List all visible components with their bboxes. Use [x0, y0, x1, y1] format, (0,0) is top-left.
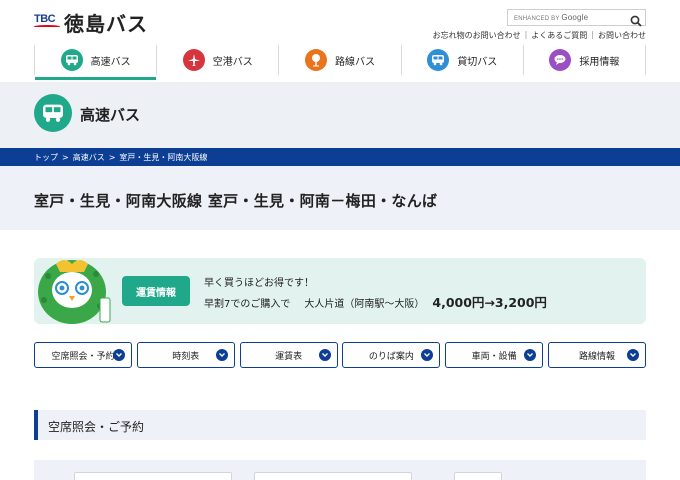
faq-link[interactable]: よくあるご質問	[531, 30, 587, 41]
section-button-reservation[interactable]: 空席照会・予約	[34, 342, 132, 368]
page-header: 高速バス	[0, 82, 680, 148]
contact-link[interactable]: お問い合わせ	[598, 30, 646, 41]
reservation-form	[34, 460, 646, 480]
nav-item-charter-bus[interactable]: 貸切バス	[400, 45, 523, 75]
fare-price: 4,000円→3,200円	[432, 295, 547, 310]
arrival-field[interactable]	[254, 472, 412, 480]
section-button-fare-table[interactable]: 運賃表	[239, 342, 338, 368]
reservation-title: 空席照会・ご予約	[48, 420, 145, 434]
breadcrumb-highway-bus[interactable]: 高速バス	[73, 152, 105, 163]
section-button-timetable[interactable]: 時刻表	[136, 342, 235, 368]
section-button-vehicle[interactable]: 車両・設備	[445, 342, 544, 368]
chevron-down-icon	[318, 349, 331, 361]
chevron-down-icon	[113, 349, 125, 361]
mascot-illustration	[38, 260, 111, 324]
section-label: 路線情報	[578, 351, 615, 362]
site-logo[interactable]: TBC 徳島バス	[34, 8, 148, 37]
breadcrumb-top[interactable]: トップ	[34, 152, 58, 163]
logo-text: 徳島バス	[64, 12, 148, 36]
fare-banner: 運賃情報 早く買うほどお得です！ 早割7でのご購入で 大人片道（阿南駅〜大阪） …	[34, 258, 646, 324]
search-placeholder: ENHANCED BY Google	[514, 13, 589, 22]
section-button-boarding[interactable]: のりば案内	[342, 342, 441, 368]
breadcrumb-current: 室戸・生見・阿南大阪線	[119, 152, 208, 162]
nav-label: 空港バス	[212, 56, 253, 68]
breadcrumb: トップ > 高速バス > 室戸・生見・阿南大阪線	[0, 148, 680, 166]
chevron-down-icon	[215, 349, 228, 361]
search-icon[interactable]	[630, 12, 642, 27]
chat-icon	[549, 49, 572, 71]
tbc-logo-mark: TBC	[34, 12, 62, 34]
departure-field[interactable]	[74, 472, 232, 480]
fare-line-1: 早く買うほどお得です！	[204, 278, 314, 289]
chevron-down-icon	[524, 349, 537, 361]
date-field[interactable]	[454, 472, 502, 480]
airplane-icon	[182, 49, 205, 71]
nav-label: 高速バス	[90, 56, 131, 68]
section-label: 車両・設備	[471, 351, 517, 362]
fare-oneway: 大人片道（阿南駅〜大阪）	[304, 299, 425, 310]
chevron-down-icon	[626, 349, 639, 361]
main-nav: 高速バス 空港バス 路線バス 貸切バス 採用情報	[34, 45, 647, 80]
section-label: のりば案内	[368, 351, 414, 362]
search-input[interactable]: ENHANCED BY Google	[507, 9, 646, 27]
chevron-down-icon	[421, 349, 434, 361]
nav-item-route-bus[interactable]: 路線バス	[278, 45, 400, 75]
lost-items-link[interactable]: お忘れ物のお問い合わせ	[433, 30, 521, 41]
nav-label: 貸切バス	[457, 56, 498, 68]
bus-icon	[60, 49, 83, 71]
nav-label: 路線バス	[335, 56, 375, 68]
nav-item-recruit[interactable]: 採用情報	[522, 45, 647, 75]
nav-item-highway-bus[interactable]: 高速バス	[34, 45, 157, 80]
section-label: 時刻表	[172, 351, 200, 362]
bus-icon	[34, 94, 72, 132]
page-title: 高速バス	[80, 106, 141, 124]
fare-line-2: 早割7でのご購入で 大人片道（阿南駅〜大阪） 4,000円→3,200円	[204, 292, 547, 311]
route-title: 室戸・生見・阿南大阪線 室戸・生見・阿南－梅田・なんば	[34, 192, 438, 210]
nav-label: 採用情報	[579, 56, 620, 68]
bus-icon	[427, 49, 450, 71]
utility-links: お忘れ物のお問い合わせ | よくあるご質問 | お問い合わせ	[432, 30, 646, 41]
route-header: 室戸・生見・阿南大阪線 室戸・生見・阿南－梅田・なんば	[0, 166, 680, 230]
fare-info-tag: 運賃情報	[122, 276, 190, 306]
fare-prefix: 早割7でのご購入で	[204, 299, 291, 310]
site-header: TBC 徳島バス ENHANCED BY Google お忘れ物のお問い合わせ …	[0, 0, 680, 82]
logo-mark-text: TBC	[34, 12, 56, 25]
reservation-heading: 空席照会・ご予約	[34, 410, 646, 440]
section-button-route-info[interactable]: 路線情報	[547, 342, 646, 368]
section-label: 運賃表	[275, 351, 303, 362]
nav-item-airport-bus[interactable]: 空港バス	[156, 45, 278, 75]
section-label: 空席照会・予約	[51, 351, 115, 362]
section-nav: 空席照会・予約 時刻表 運賃表 のりば案内 車両・設備 路線情報	[34, 342, 646, 368]
bus-stop-icon	[305, 49, 327, 71]
